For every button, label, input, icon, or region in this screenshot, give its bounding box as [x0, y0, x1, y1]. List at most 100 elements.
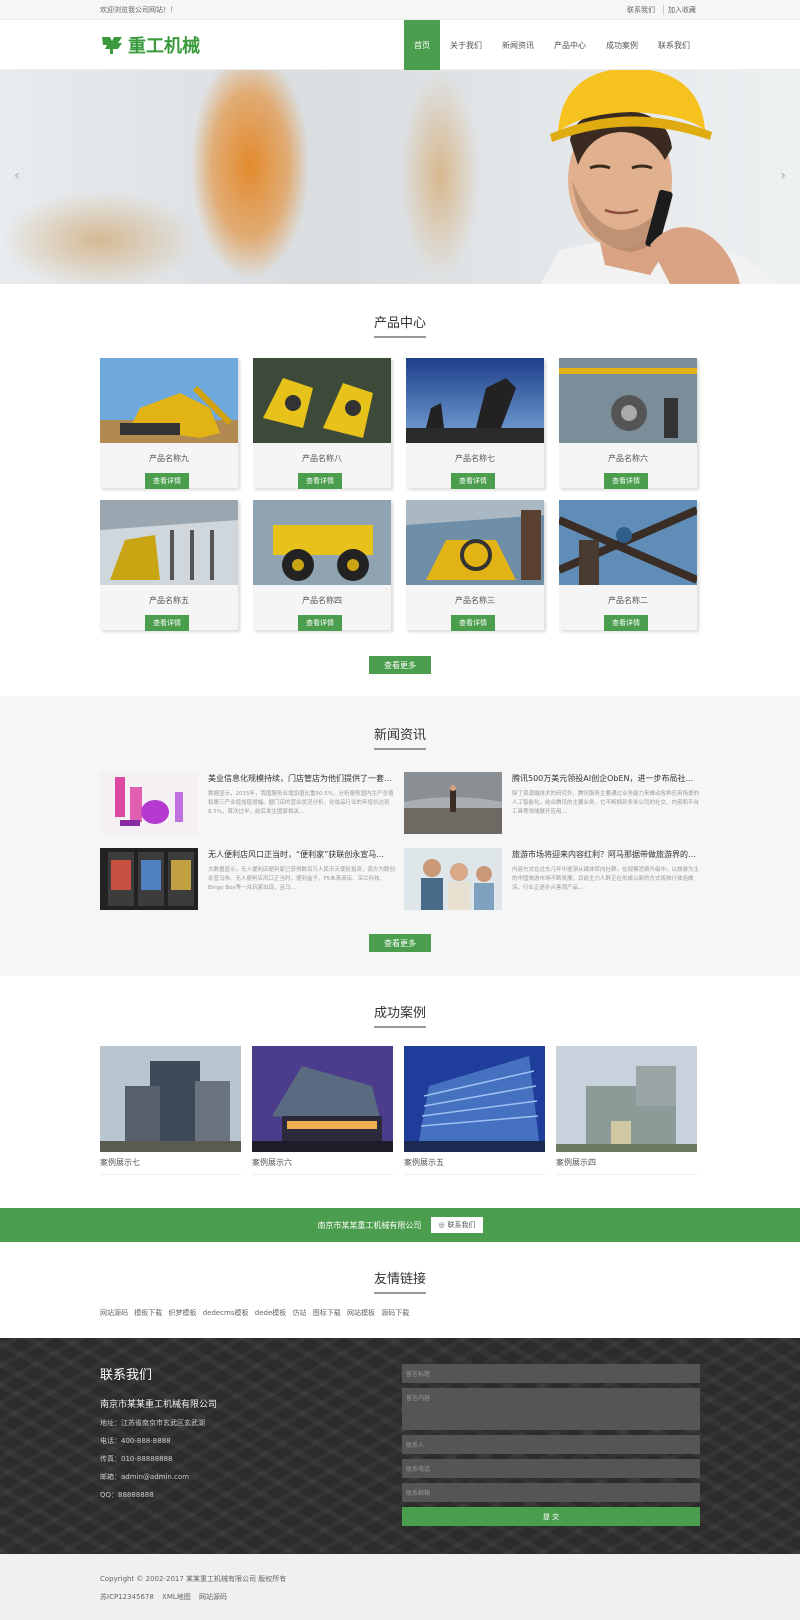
case-name: 案例展示四 [556, 1157, 697, 1175]
product-image[interactable] [100, 500, 238, 585]
case-card[interactable]: 案例展示七 [100, 1046, 241, 1175]
product-image[interactable] [406, 500, 544, 585]
news-title-link[interactable]: 腾讯500万美元领投AI创企ObEN，进一步布局社... [512, 773, 700, 784]
news-title-link[interactable]: 旅游市场将迎来内容红利？阿马那据带做旅游界的... [512, 849, 700, 860]
news-title-link[interactable]: 美业信息化规模持续，门店管店为他们提供了一套... [208, 773, 396, 784]
product-image[interactable] [253, 358, 391, 443]
product-card[interactable]: 产品名称五 查看详情 [100, 500, 238, 631]
nav-products[interactable]: 产品中心 [544, 20, 596, 70]
product-card[interactable]: 产品名称七 查看详情 [406, 358, 544, 489]
friend-link[interactable]: 织梦模板 [168, 1309, 196, 1317]
product-image[interactable] [406, 358, 544, 443]
banner-prev-button[interactable]: ‹ [14, 168, 20, 184]
contact-qq: QQ：88888888 [100, 1491, 154, 1499]
sitemap-link[interactable]: XML地图 [162, 1593, 191, 1601]
submit-button[interactable]: 提 交 [402, 1507, 700, 1526]
product-card[interactable]: 产品名称二 查看详情 [559, 500, 697, 631]
product-detail-button[interactable]: 查看详情 [451, 473, 495, 489]
contact-fax: 传真：010-88888888 [100, 1455, 173, 1463]
news-image[interactable] [404, 848, 502, 910]
nav-contact[interactable]: 联系我们 [648, 20, 700, 70]
case-name: 案例展示五 [404, 1157, 545, 1175]
message-name-input[interactable]: 联系人 [402, 1435, 700, 1454]
news-item[interactable]: 腾讯500万美元领投AI创企ObEN，进一步布局社... 除了资源端技术的研究外… [404, 772, 700, 834]
news-summary: 大数据显示，无人便利店便利家已获得数百万人民币天使轮投资，资方为联创永宣马伟、无… [208, 867, 396, 891]
products-more-button[interactable]: 查看更多 [369, 656, 431, 674]
product-detail-button[interactable]: 查看详情 [145, 615, 189, 631]
news-title-link[interactable]: 无人便利店风口正当时，“便利家”获联创永宣马... [208, 849, 396, 860]
news-item[interactable]: 无人便利店风口正当时，“便利家”获联创永宣马... 大数据显示，无人便利店便利家… [100, 848, 396, 910]
contact-company: 南京市某某重工机械有限公司 [100, 1400, 218, 1410]
case-card[interactable]: 案例展示五 [404, 1046, 545, 1175]
news-more-button[interactable]: 查看更多 [369, 934, 431, 952]
friend-link[interactable]: 模板下载 [134, 1309, 162, 1317]
product-card[interactable]: 产品名称六 查看详情 [559, 358, 697, 489]
nav-cases[interactable]: 成功案例 [596, 20, 648, 70]
friend-links-section: 友情链接 网站源码 模板下载 织梦模板 dedecms模板 dede模板 仿站 … [0, 1242, 800, 1338]
products-title: 产品中心 [100, 312, 700, 338]
cases-title: 成功案例 [100, 1002, 700, 1028]
product-detail-button[interactable]: 查看详情 [604, 473, 648, 489]
friend-link[interactable]: 仿站 [293, 1309, 307, 1317]
message-content-textarea[interactable]: 留言内容 [402, 1388, 700, 1430]
nav-home[interactable]: 首页 [404, 20, 440, 70]
case-card[interactable]: 案例展示四 [556, 1046, 697, 1175]
logo[interactable]: 重工机械 [100, 32, 200, 58]
product-detail-button[interactable]: 查看详情 [145, 473, 189, 489]
product-detail-button[interactable]: 查看详情 [298, 473, 342, 489]
product-detail-button[interactable]: 查看详情 [604, 615, 648, 631]
nav-news[interactable]: 新闻资讯 [492, 20, 544, 70]
message-form: 留言标题 留言内容 联系人 联系电话 联系邮箱 提 交 [402, 1364, 700, 1526]
product-detail-button[interactable]: 查看详情 [298, 615, 342, 631]
footer-contact: 联系我们 南京市某某重工机械有限公司 地址：江苏省南京市玄武区玄武湖 电话：40… [0, 1338, 800, 1554]
case-image[interactable] [404, 1046, 545, 1152]
case-card[interactable]: 案例展示六 [252, 1046, 393, 1175]
friend-link[interactable]: 图标下载 [313, 1309, 341, 1317]
news-summary: 数据显示，2015年，我国服务业增加值比重50.5%，分析服务国内生产总值和第三… [208, 791, 394, 815]
case-image[interactable] [100, 1046, 241, 1152]
friend-link[interactable]: 网站源码 [100, 1309, 128, 1317]
case-image[interactable] [556, 1046, 697, 1152]
friend-link[interactable]: 网站模板 [347, 1309, 375, 1317]
nav-about[interactable]: 关于我们 [440, 20, 492, 70]
banner-next-button[interactable]: › [780, 168, 786, 184]
message-phone-input[interactable]: 联系电话 [402, 1459, 700, 1478]
product-card[interactable]: 产品名称九 查看详情 [100, 358, 238, 489]
welcome-text: 欢迎浏览我公司网站！！ [100, 6, 177, 14]
product-detail-button[interactable]: 查看详情 [451, 615, 495, 631]
product-card[interactable]: 产品名称八 查看详情 [253, 358, 391, 489]
add-favorite-link[interactable]: 加入收藏 [663, 5, 700, 15]
news-item[interactable]: 旅游市场将迎来内容红利？阿马那据带做旅游界的... 内容方式在过去几年中逐渐从媒… [404, 848, 700, 910]
news-image[interactable] [100, 848, 198, 910]
product-image[interactable] [559, 500, 697, 585]
message-email-input[interactable]: 联系邮箱 [402, 1483, 700, 1502]
product-image[interactable] [100, 358, 238, 443]
contact-phone: 电话：400-888-8888 [100, 1437, 171, 1445]
product-name: 产品名称四 [302, 596, 342, 605]
contact-email: 邮箱：admin@admin.com [100, 1473, 190, 1481]
news-item[interactable]: 美业信息化规模持续，门店管店为他们提供了一套... 数据显示，2015年，我国服… [100, 772, 396, 834]
friend-link[interactable]: 源码下载 [381, 1309, 409, 1317]
contact-us-button[interactable]: ◎ 联系我们 [431, 1217, 483, 1233]
friend-link[interactable]: dede模板 [255, 1309, 287, 1317]
friend-link[interactable]: dedecms模板 [203, 1309, 249, 1317]
icp-link[interactable]: 苏ICP12345678 [100, 1593, 154, 1601]
contact-banner: 南京市某某重工机械有限公司 ◎ 联系我们 [0, 1208, 800, 1242]
product-name: 产品名称二 [608, 596, 648, 605]
header: 重工机械 首页 关于我们 新闻资讯 产品中心 成功案例 联系我们 [0, 20, 800, 70]
source-link[interactable]: 网站源码 [199, 1593, 227, 1601]
news-list: 美业信息化规模持续，门店管店为他们提供了一套... 数据显示，2015年，我国服… [100, 772, 700, 910]
contact-info: 联系我们 南京市某某重工机械有限公司 地址：江苏省南京市玄武区玄武湖 电话：40… [100, 1364, 217, 1526]
contact-us-label: 联系我们 [447, 1221, 476, 1229]
product-card[interactable]: 产品名称四 查看详情 [253, 500, 391, 631]
product-image[interactable] [253, 500, 391, 585]
friend-links-list: 网站源码 模板下载 织梦模板 dedecms模板 dede模板 仿站 图标下载 … [100, 1308, 700, 1318]
product-name: 产品名称七 [455, 454, 495, 463]
news-image[interactable] [404, 772, 502, 834]
product-image[interactable] [559, 358, 697, 443]
message-subject-input[interactable]: 留言标题 [402, 1364, 700, 1383]
news-image[interactable] [100, 772, 198, 834]
case-image[interactable] [252, 1046, 393, 1152]
top-contact-link[interactable]: 联系我们 [623, 5, 659, 15]
product-card[interactable]: 产品名称三 查看详情 [406, 500, 544, 631]
